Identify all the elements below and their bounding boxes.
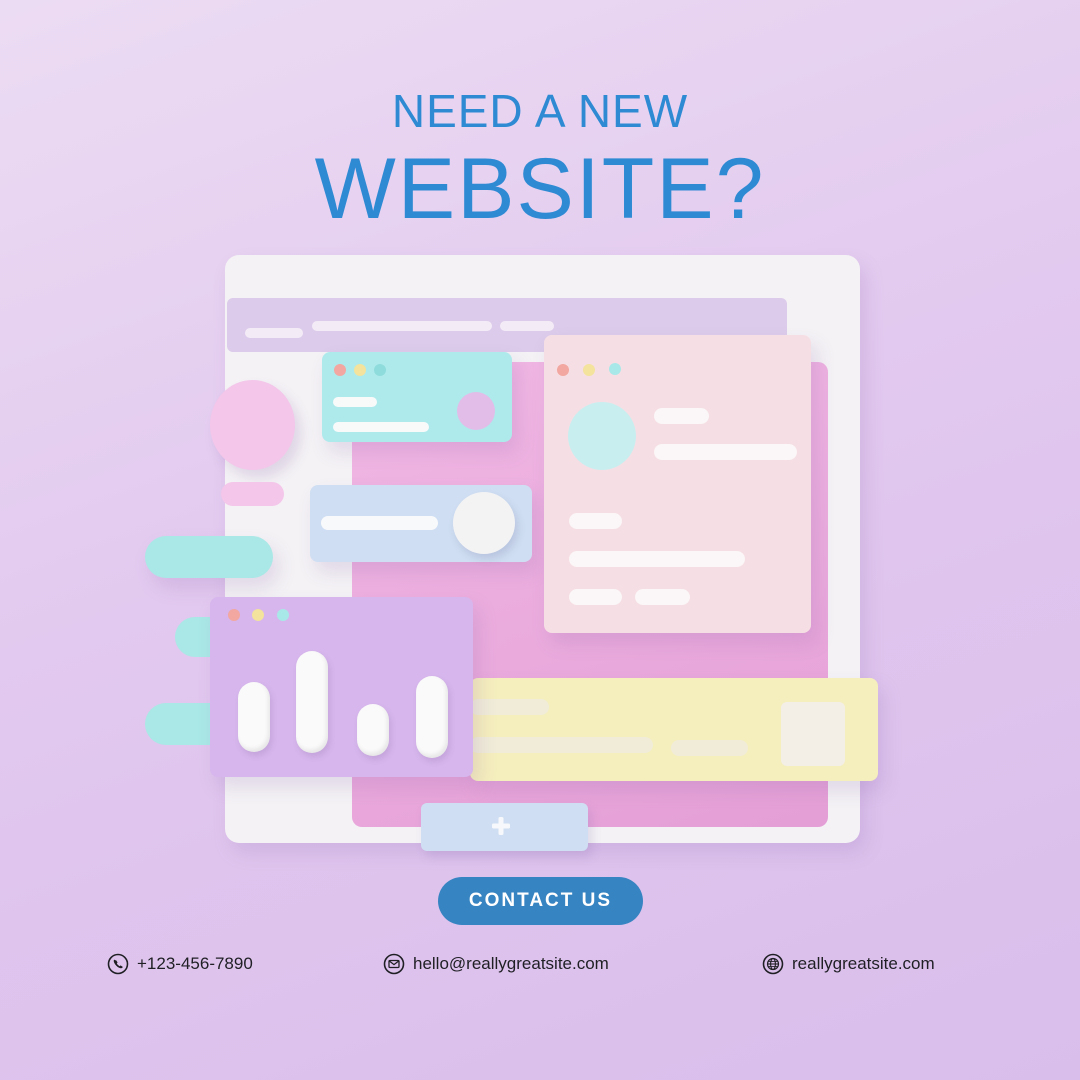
- card-avatar-circle: [453, 492, 515, 554]
- mail-icon: [383, 953, 405, 975]
- email-text[interactable]: hello@reallygreatsite.com: [413, 954, 609, 974]
- yellow-card-line: [470, 699, 549, 715]
- phone-text[interactable]: +123-456-7890: [137, 954, 253, 974]
- profile-line: [569, 551, 745, 567]
- yellow-card-line: [470, 737, 653, 753]
- card-dot-cyan: [374, 364, 386, 376]
- card-avatar-circle: [457, 392, 495, 430]
- card-dot-yellow: [252, 609, 264, 621]
- profile-line: [569, 589, 622, 605]
- plus-icon: [490, 815, 512, 837]
- card-line: [333, 422, 429, 432]
- chart-bar: [357, 704, 389, 756]
- card-dot-red: [557, 364, 569, 376]
- card-dot-yellow: [354, 364, 366, 376]
- profile-line: [635, 589, 690, 605]
- contact-phone: +123-456-7890: [107, 952, 253, 976]
- card-dot-red: [228, 609, 240, 621]
- card-line: [321, 516, 438, 530]
- phone-icon: [107, 953, 129, 975]
- yellow-card-square: [781, 702, 845, 766]
- card-line: [333, 397, 377, 407]
- contact-us-button[interactable]: CONTACT US: [438, 877, 643, 925]
- chart-bar: [296, 651, 328, 753]
- address-bar-line: [245, 328, 303, 338]
- chart-bar: [238, 682, 270, 752]
- address-bar-line: [312, 321, 492, 331]
- yellow-card-line: [671, 740, 748, 756]
- card-dot-yellow: [583, 364, 595, 376]
- address-bar-line: [500, 321, 554, 331]
- card-dot-cyan: [609, 363, 621, 375]
- chart-bar: [416, 676, 448, 758]
- cyan-pill: [145, 536, 273, 578]
- pink-pill: [221, 482, 284, 506]
- profile-avatar-circle: [568, 402, 636, 470]
- card-dot-cyan: [277, 609, 289, 621]
- card-dot-red: [334, 364, 346, 376]
- profile-line: [654, 408, 709, 424]
- profile-line: [654, 444, 797, 460]
- website-text[interactable]: reallygreatsite.com: [792, 954, 935, 974]
- globe-icon: [762, 953, 784, 975]
- profile-line: [569, 513, 622, 529]
- contact-email: hello@reallygreatsite.com: [383, 952, 609, 976]
- avatar-circle-pink: [210, 380, 295, 470]
- contact-website: reallygreatsite.com: [762, 952, 935, 976]
